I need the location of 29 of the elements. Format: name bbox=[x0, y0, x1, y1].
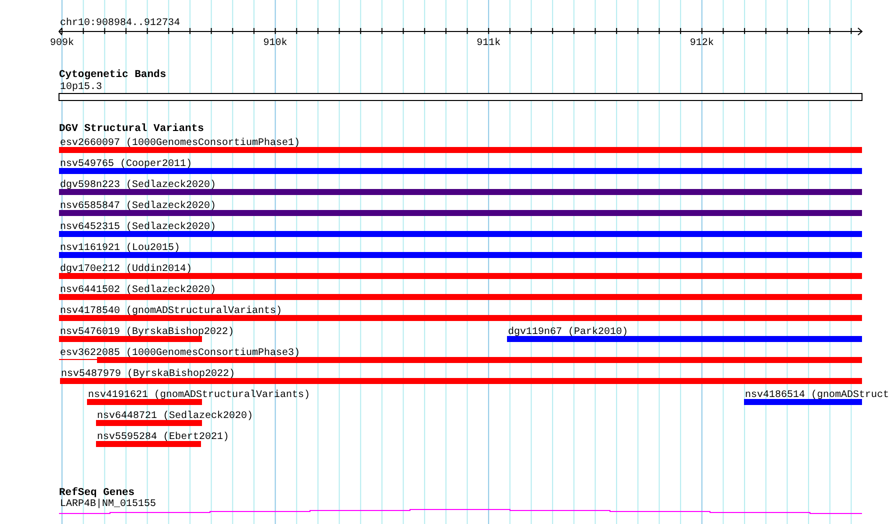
variant-label: nsv6585847 (Sedlazeck2020) bbox=[60, 201, 216, 212]
variant-label: nsv5487979 (ByrskaBishop2022) bbox=[61, 369, 236, 380]
tick-label: 912k bbox=[690, 38, 714, 49]
variant-label: nsv4191621 (gnomADStructuralVariants) bbox=[88, 390, 310, 401]
variant-label: dgv598n223 (Sedlazeck2020) bbox=[60, 180, 216, 191]
variant-bar[interactable] bbox=[59, 357, 862, 363]
variant-label: nsv1161921 (Lou2015) bbox=[60, 243, 180, 254]
gene-label: LARP4B|NM_015155 bbox=[60, 499, 156, 510]
track-title: RefSeq Genes bbox=[59, 487, 135, 499]
track-title: DGV Structural Variants bbox=[59, 123, 204, 135]
variant-label: nsv4178540 (gnomADStructuralVariants) bbox=[60, 306, 282, 317]
variant-label: nsv4186514 (gnomADStruct bbox=[745, 390, 890, 401]
variant-label: esv2660097 (1000GenomesConsortiumPhase1) bbox=[60, 138, 300, 149]
variant-label: nsv6441502 (Sedlazeck2020) bbox=[60, 285, 216, 296]
gene-line[interactable] bbox=[58, 509, 862, 514]
band-label: 10p15.3 bbox=[60, 82, 102, 93]
variant-label: nsv5476019 (ByrskaBishop2022) bbox=[60, 327, 234, 338]
variant-label: esv3622085 (1000GenomesConsortiumPhase3) bbox=[60, 348, 300, 359]
variant-label: dgv170e212 (Uddin2014) bbox=[60, 264, 192, 275]
tick-label: 911k bbox=[476, 38, 501, 49]
location-label: chr10:908984..912734 bbox=[60, 18, 180, 29]
variant-label: nsv6448721 (Sedlazeck2020) bbox=[97, 411, 254, 422]
tick-label: 909k bbox=[50, 38, 74, 49]
variant-label: nsv6452315 (Sedlazeck2020) bbox=[60, 222, 216, 233]
variant-label: nsv549765 (Cooper2011) bbox=[60, 159, 192, 170]
track-title: Cytogenetic Bands bbox=[59, 69, 166, 81]
tick-label: 910k bbox=[263, 38, 288, 49]
variant-label: nsv5595284 (Ebert2021) bbox=[97, 432, 230, 443]
variant-label: dgv119n67 (Park2010) bbox=[508, 327, 628, 338]
